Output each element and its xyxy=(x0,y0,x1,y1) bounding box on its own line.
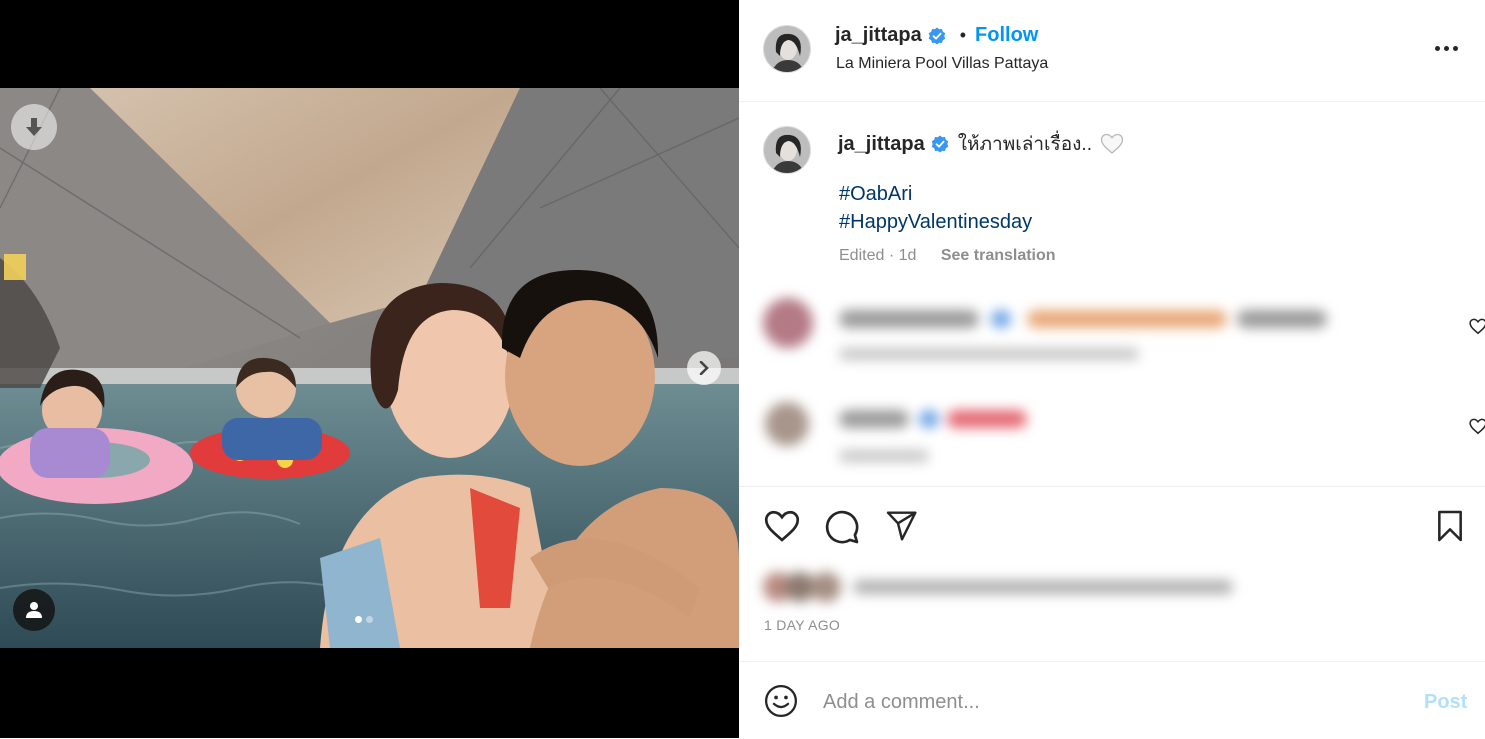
tagged-users-button[interactable] xyxy=(13,589,55,631)
caption-text: ให้ภาพเล่าเรื่อง.. xyxy=(957,134,1092,155)
more-options-icon[interactable] xyxy=(1435,46,1458,51)
caption-author-avatar[interactable] xyxy=(763,126,811,174)
caption-line: ja_jittapa ให้ภาพเล่าเรื่อง.. xyxy=(838,129,1124,159)
hashtag-link[interactable]: #OabAri xyxy=(839,183,912,206)
post-comment-button[interactable]: Post xyxy=(1424,691,1467,714)
separator-dot: • xyxy=(959,25,967,45)
comment-like-heart-icon[interactable] xyxy=(1469,418,1485,435)
hashtag-link[interactable]: #HappyValentinesday xyxy=(839,211,1032,234)
comment-composer: Post xyxy=(739,661,1485,739)
emoji-smiley-icon[interactable] xyxy=(764,684,798,718)
post-timestamp: 1 DAY AGO xyxy=(764,617,841,633)
chevron-right-icon xyxy=(699,361,709,375)
paper-plane-icon[interactable] xyxy=(885,510,919,542)
author-avatar[interactable] xyxy=(763,25,811,73)
media-pane xyxy=(0,0,739,738)
verified-badge-icon xyxy=(928,27,945,44)
comment-item xyxy=(759,392,1485,472)
post-panel: ja_jittapa • Follow La Miniera Pool Vill… xyxy=(739,0,1485,738)
follow-button[interactable]: Follow xyxy=(975,24,1038,47)
post-header: ja_jittapa • Follow La Miniera Pool Vill… xyxy=(739,0,1485,102)
carousel-dot-active xyxy=(355,616,362,623)
author-username[interactable]: ja_jittapa xyxy=(835,24,922,47)
next-slide-button[interactable] xyxy=(687,351,721,385)
avatar-portrait xyxy=(764,127,810,173)
see-translation-button[interactable]: See translation xyxy=(941,247,1056,264)
carousel-indicator xyxy=(355,616,373,623)
post-location[interactable]: La Miniera Pool Villas Pattaya xyxy=(836,55,1048,73)
bookmark-icon[interactable] xyxy=(1436,510,1464,542)
arrow-down-icon xyxy=(26,118,42,136)
comment-bubble-icon[interactable] xyxy=(824,509,860,545)
user-icon xyxy=(26,602,42,618)
comment-item xyxy=(759,290,1485,370)
header-user-line: ja_jittapa • Follow xyxy=(835,24,1038,47)
pool-selfie-illustration xyxy=(0,88,739,648)
caption-meta: Edited · 1d See translation xyxy=(839,247,1056,265)
caption-username[interactable]: ja_jittapa xyxy=(838,133,925,156)
download-button[interactable] xyxy=(11,104,57,150)
action-bar xyxy=(739,486,1485,557)
blurred-likes-summary xyxy=(761,568,1241,608)
add-comment-input[interactable] xyxy=(823,687,1383,717)
carousel-dot xyxy=(366,616,373,623)
comment-like-heart-icon[interactable] xyxy=(1469,318,1485,335)
avatar-portrait xyxy=(764,26,810,72)
post-photo[interactable] xyxy=(0,88,739,648)
heart-outline-icon[interactable] xyxy=(764,510,800,543)
verified-badge-icon xyxy=(931,135,948,153)
edited-time: Edited · 1d xyxy=(839,247,917,264)
white-heart-emoji-icon xyxy=(1100,133,1124,154)
